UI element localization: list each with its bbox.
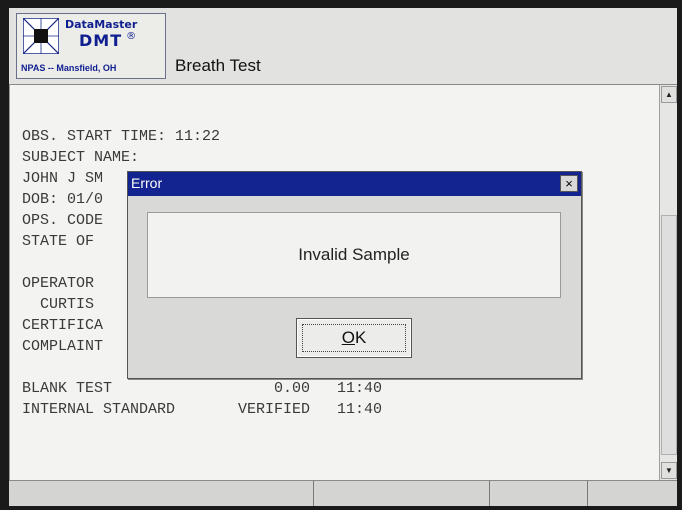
report-line-blank-test: BLANK TEST 0.00 11:40	[22, 380, 383, 397]
logo-location-text: NPAS -- Mansfield, OH	[21, 63, 117, 73]
status-cell-4	[588, 481, 677, 506]
logo-model-text: DMT ®	[79, 31, 137, 50]
scrollbar-thumb[interactable]	[661, 215, 677, 455]
header-bar: DataMaster DMT ® NPAS -- Mansfield, OH Br…	[9, 8, 677, 85]
error-message: Invalid Sample	[298, 245, 410, 264]
report-line-internal-standard: INTERNAL STANDARD VERIFIED 11:40	[22, 401, 383, 418]
dialog-titlebar[interactable]: Error ×	[128, 172, 581, 196]
registered-mark: ®	[126, 31, 138, 42]
scroll-up-icon[interactable]: ▲	[661, 86, 677, 103]
scroll-down-icon[interactable]: ▼	[661, 462, 677, 479]
focus-rectangle	[302, 324, 406, 352]
status-cell-1	[9, 481, 314, 506]
status-cell-3	[490, 481, 588, 506]
logo-brand-text: DataMaster	[65, 18, 138, 31]
logo-model-name: DMT	[79, 31, 123, 50]
page-title: Breath Test	[175, 56, 261, 75]
datamaster-logo-icon	[23, 18, 59, 54]
breath-test-screen: DataMaster DMT ® NPAS -- Mansfield, OH Br…	[9, 8, 677, 506]
dialog-title: Error	[131, 175, 163, 191]
error-dialog: Error × Invalid Sample OK	[127, 171, 582, 379]
report-line-obs-start: OBS. START TIME: 11:22	[22, 128, 221, 145]
report-line-subject-label: SUBJECT NAME:	[22, 149, 140, 166]
message-panel: Invalid Sample	[147, 212, 561, 298]
close-icon[interactable]: ×	[560, 175, 578, 192]
status-bar	[9, 480, 677, 506]
ok-button[interactable]: OK	[296, 318, 412, 358]
vertical-scrollbar[interactable]: ▲ ▼	[659, 85, 677, 480]
datamaster-logo: DataMaster DMT ® NPAS -- Mansfield, OH	[16, 13, 166, 79]
status-cell-2	[314, 481, 490, 506]
